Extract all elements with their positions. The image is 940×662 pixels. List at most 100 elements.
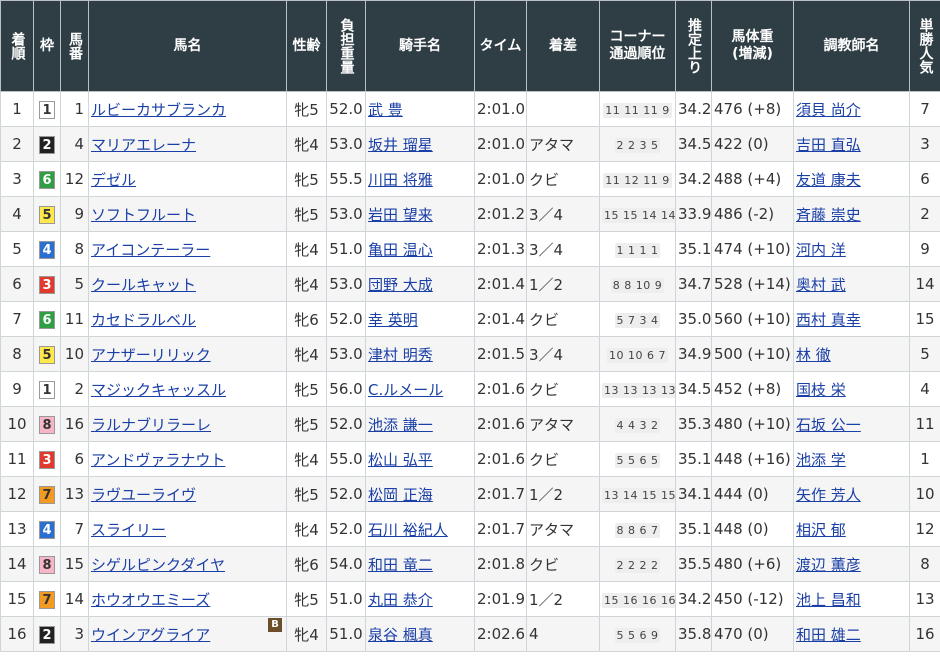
margin: クビ (526, 546, 600, 582)
horse-name-link[interactable]: ラヴユーライヴ (91, 486, 196, 504)
jockey-name-link[interactable]: 岩田 望来 (368, 206, 433, 224)
popularity: 11 (909, 406, 940, 442)
jockey-name-link[interactable]: 武 豊 (368, 101, 403, 119)
finish-time: 2:02.6 (474, 616, 527, 652)
waku-badge: 6 (39, 170, 55, 189)
popularity: 13 (909, 581, 940, 617)
trainer-name-link[interactable]: 河内 洋 (796, 241, 846, 259)
jockey-name-link[interactable]: C.ルメール (368, 381, 443, 399)
table-row: 9 1 2 マジックキャッスル 牝5 56.0 C.ルメール 2:01.6 クビ 13 13 13… (0, 371, 940, 407)
carried-weight: 53.0 (326, 126, 366, 162)
trainer-name-link[interactable]: 和田 雄二 (796, 626, 861, 644)
trainer-name-link[interactable]: 池添 学 (796, 451, 846, 469)
table-row: 16 2 3 ウインアグライア B 牝4 51.0 泉谷 楓真 2:02.6 4 5 5 6 9 35… (0, 616, 940, 652)
finish-time: 2:01.3 (474, 231, 527, 267)
waku-badge: 1 (39, 380, 55, 399)
jockey-cell: 岩田 望来 (365, 196, 475, 232)
body-weight: 474 (+10) (711, 231, 794, 267)
jockey-name-link[interactable]: 坂井 瑠星 (368, 136, 433, 154)
trainer-cell: 林 徹 (793, 336, 910, 372)
carried-weight: 52.0 (326, 476, 366, 512)
finish-time: 2:01.2 (474, 196, 527, 232)
table-row: 6 3 5 クールキャット 牝4 53.0 団野 大成 2:01.4 1／2 8 8 10 9 34… (0, 266, 940, 302)
trainer-name-link[interactable]: 友道 康夫 (796, 171, 861, 189)
horse-name-link[interactable]: スライリー (91, 521, 166, 539)
trainer-name-link[interactable]: 矢作 芳人 (796, 486, 861, 504)
header-body-weight-label: 馬体重 (731, 29, 774, 45)
carried-weight: 51.0 (326, 616, 366, 652)
horse-name-link[interactable]: クールキャット (91, 276, 196, 294)
table-row: 3 6 12 デゼル 牝5 55.5 川田 将雅 2:01.0 クビ 11 12 11 9 34.2… (0, 161, 940, 197)
trainer-name-link[interactable]: 相沢 郁 (796, 521, 846, 539)
trainer-name-link[interactable]: 林 徹 (796, 346, 831, 364)
header-trainer: 調教師名 (793, 0, 910, 92)
table-row: 7 6 11 カセドラルベル 牝6 52.0 幸 英明 2:01.4 クビ 5 7 3 4 35.0… (0, 301, 940, 337)
trainer-name-link[interactable]: 斉藤 崇史 (796, 206, 861, 224)
horse-name-link[interactable]: デゼル (91, 171, 136, 189)
body-weight: 422 (0) (711, 126, 794, 162)
last-3f: 34.1 (675, 476, 712, 512)
corner-positions: 8 8 6 7 (614, 523, 661, 538)
jockey-name-link[interactable]: 亀田 温心 (368, 241, 433, 259)
body-weight: 444 (0) (711, 476, 794, 512)
last-3f: 35.8 (675, 616, 712, 652)
margin: アタマ (526, 511, 600, 547)
horse-number: 15 (60, 546, 89, 582)
horse-name-link[interactable]: カセドラルベル (91, 311, 196, 329)
jockey-name-link[interactable]: 丸田 恭介 (368, 591, 433, 609)
popularity: 3 (909, 126, 940, 162)
trainer-name-link[interactable]: 渡辺 薫彦 (796, 556, 861, 574)
jockey-name-link[interactable]: 幸 英明 (368, 311, 418, 329)
jockey-name-link[interactable]: 和田 竜二 (368, 556, 433, 574)
header-finish: 着順 (0, 0, 34, 92)
horse-name-link[interactable]: シゲルピンクダイヤ (91, 556, 225, 574)
trainer-cell: 須貝 尚介 (793, 91, 910, 127)
horse-name-link[interactable]: アイコンテーラー (91, 241, 210, 259)
trainer-name-link[interactable]: 吉田 直弘 (796, 136, 861, 154)
trainer-name-link[interactable]: 奥村 武 (796, 276, 846, 294)
trainer-name-link[interactable]: 石坂 公一 (796, 416, 861, 434)
jockey-name-link[interactable]: 泉谷 楓真 (368, 626, 433, 644)
jockey-name-link[interactable]: 川田 将雅 (368, 171, 433, 189)
trainer-name-link[interactable]: 池上 昌和 (796, 591, 861, 609)
sex-age: 牝4 (286, 441, 327, 477)
jockey-name-link[interactable]: 池添 謙一 (368, 416, 433, 434)
trainer-cell: 渡辺 薫彦 (793, 546, 910, 582)
jockey-name-link[interactable]: 松山 弘平 (368, 451, 433, 469)
jockey-name-link[interactable]: 松岡 正海 (368, 486, 433, 504)
trainer-name-link[interactable]: 須貝 尚介 (796, 101, 861, 119)
horse-name-link[interactable]: ホウオウエミーズ (91, 591, 210, 609)
body-weight: 450 (-12) (711, 581, 794, 617)
waku-cell: 5 (33, 336, 61, 372)
trainer-name-link[interactable]: 国枝 栄 (796, 381, 846, 399)
waku-cell: 8 (33, 406, 61, 442)
horse-name-link[interactable]: ウインアグライア (91, 626, 210, 644)
horse-name-link[interactable]: アンドヴァラナウト (91, 451, 225, 469)
horse-name-link[interactable]: ルビーカサブランカ (91, 101, 226, 119)
finish-time: 2:01.7 (474, 476, 527, 512)
horse-name-link[interactable]: マジックキャッスル (91, 381, 226, 399)
table-row: 8 5 10 アナザーリリック 牝4 53.0 津村 明秀 2:01.5 3／4 10 10 6 … (0, 336, 940, 372)
horse-name-link[interactable]: マリアエレーナ (91, 136, 196, 154)
horse-name-link[interactable]: アナザーリリック (91, 346, 211, 364)
horse-name-link[interactable]: ソフトフルート (91, 206, 196, 224)
jockey-name-link[interactable]: 団野 大成 (368, 276, 433, 294)
body-weight: 488 (+4) (711, 161, 794, 197)
trainer-name-link[interactable]: 西村 真幸 (796, 311, 861, 329)
horse-number: 10 (60, 336, 89, 372)
horse-name-link[interactable]: ラルナブリラーレ (91, 416, 211, 434)
jockey-name-link[interactable]: 石川 裕紀人 (368, 521, 448, 539)
waku-cell: 5 (33, 196, 61, 232)
header-corner: コーナー通過順位 (599, 0, 676, 92)
jockey-name-link[interactable]: 津村 明秀 (368, 346, 433, 364)
popularity: 15 (909, 301, 940, 337)
blinker-badge: B (268, 618, 282, 632)
carried-weight: 53.0 (326, 266, 366, 302)
finish-position: 11 (0, 441, 34, 477)
waku-badge: 5 (39, 205, 55, 224)
margin: アタマ (526, 406, 600, 442)
horse-number: 9 (60, 196, 89, 232)
corner-cell: 5 7 3 4 (599, 301, 676, 337)
trainer-cell: 矢作 芳人 (793, 476, 910, 512)
corner-positions: 2 2 3 5 (614, 138, 661, 153)
